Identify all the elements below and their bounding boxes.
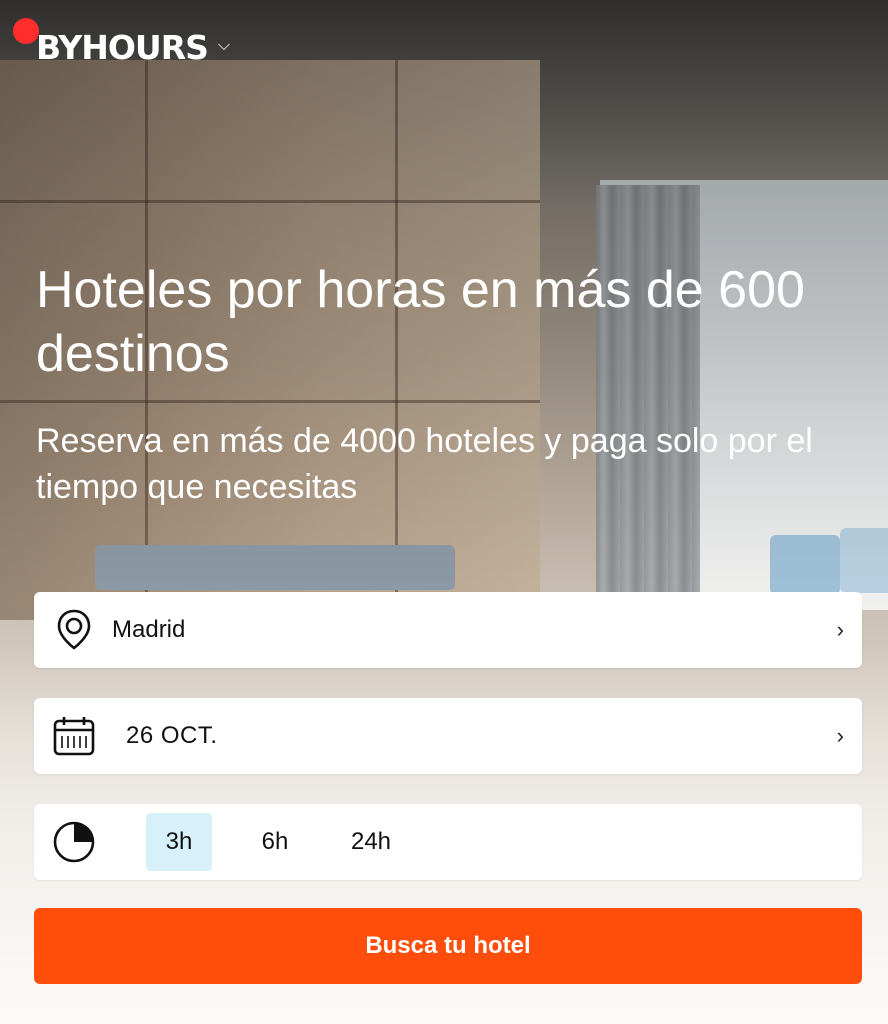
clock-icon	[52, 820, 96, 864]
duration-option-24h[interactable]: 24h	[338, 813, 404, 871]
header: BYHOURS ⌵	[36, 28, 230, 67]
page-title: Hoteles por horas en más de 600 destinos	[36, 261, 805, 383]
location-pin-icon	[52, 608, 96, 652]
logo[interactable]: BYHOURS	[36, 28, 209, 67]
duration-option-6h[interactable]: 6h	[242, 813, 308, 871]
location-value: Madrid	[112, 616, 186, 643]
date-field[interactable]: 26 OCT. ›	[34, 698, 862, 774]
chevron-down-icon[interactable]: ⌵	[218, 37, 230, 55]
calendar-icon	[52, 714, 96, 758]
duration-option-3h[interactable]: 3h	[146, 813, 212, 871]
location-field[interactable]: Madrid ›	[34, 592, 862, 668]
search-button[interactable]: Busca tu hotel	[34, 908, 862, 984]
date-value: 26 OCT.	[126, 722, 218, 749]
chevron-right-icon: ›	[836, 617, 844, 642]
duration-selector: 3h 6h 24h	[34, 804, 862, 880]
duration-options: 3h 6h 24h	[146, 813, 404, 871]
chevron-right-icon: ›	[836, 723, 844, 748]
page-subtitle: Reserva en más de 4000 hoteles y paga so…	[36, 422, 813, 506]
